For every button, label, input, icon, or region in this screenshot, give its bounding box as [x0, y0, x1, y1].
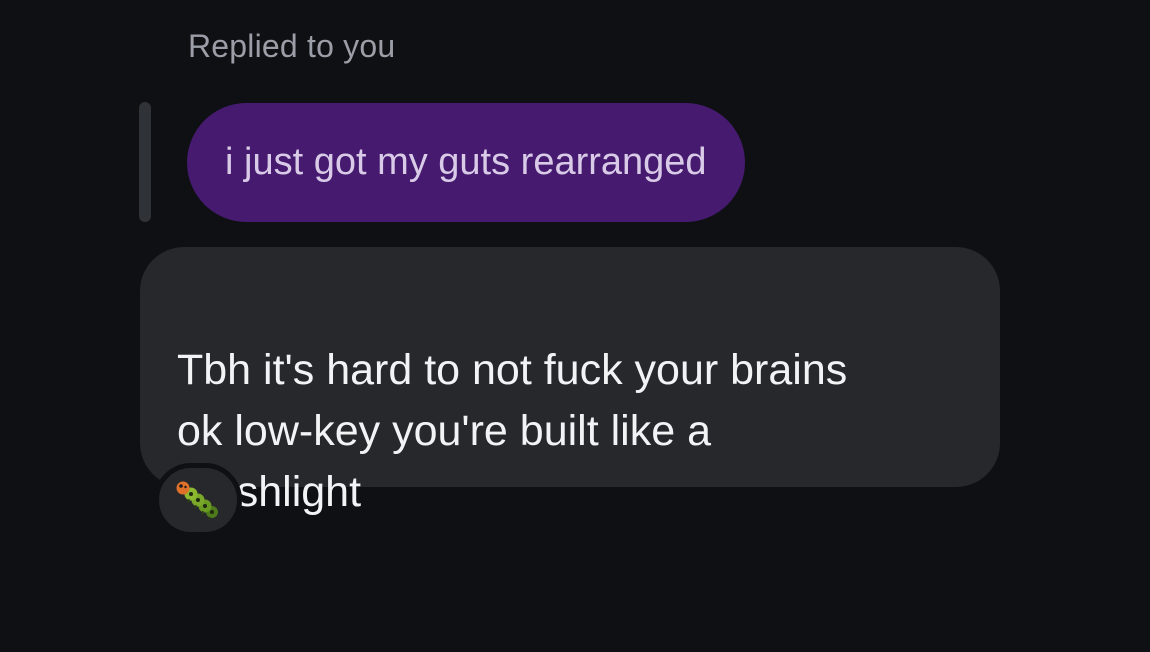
chat-thread: Replied to you i just got my guts rearra…	[0, 0, 1150, 652]
quoted-message-text: i just got my guts rearranged	[225, 141, 707, 183]
caterpillar-icon	[176, 481, 218, 520]
message-bubble[interactable]: Tbh it's hard to not fuck your brains ok…	[140, 247, 1000, 516]
message-text: Tbh it's hard to not fuck your brains ok…	[177, 346, 848, 516]
reply-header: Replied to you	[188, 28, 396, 64]
reply-indicator-bar	[139, 102, 151, 222]
quoted-message-bubble[interactable]: i just got my guts rearranged	[187, 103, 745, 222]
reaction-badge[interactable]	[154, 463, 242, 537]
